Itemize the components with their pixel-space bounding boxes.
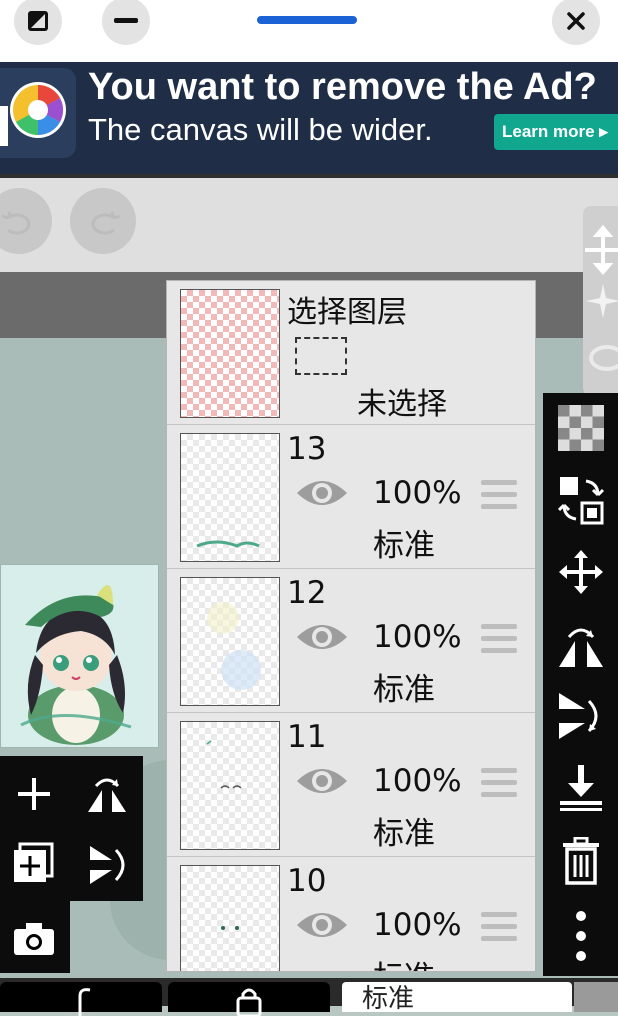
selection-layer-thumbnail <box>180 289 280 418</box>
flip-horizontal-icon <box>558 628 603 667</box>
camera-icon <box>14 923 54 955</box>
add-square-icon <box>14 842 54 882</box>
checkerboard-icon <box>557 405 604 451</box>
layer-thumbnail <box>180 865 280 971</box>
layer-preview <box>206 740 242 789</box>
layer-opacity[interactable]: 100% <box>373 763 462 799</box>
right-toolbar <box>543 393 618 976</box>
lock-icon <box>236 988 262 1016</box>
layer-preview <box>207 602 261 690</box>
flip-vertical-icon <box>90 846 125 884</box>
layer-row-12[interactable]: 12 100% 标准 <box>167 569 535 713</box>
layer-row-13[interactable]: 13 100% 标准 <box>167 425 535 569</box>
drag-handle-icon[interactable] <box>481 480 517 514</box>
layer-number: 12 <box>287 575 327 611</box>
canvas-thumbnail[interactable] <box>0 564 159 748</box>
flip-vertical-button[interactable] <box>86 842 130 892</box>
minimize-icon <box>114 18 138 23</box>
layer-row-10[interactable]: 10 100% 标准 <box>167 857 535 971</box>
ad-subtitle: The canvas will be wider. <box>88 112 433 147</box>
selection-status: 未选择 <box>357 387 447 422</box>
visibility-eye-icon[interactable] <box>295 619 349 655</box>
layer-blend-mode[interactable]: 标准 <box>373 808 435 853</box>
visibility-eye-icon[interactable] <box>295 763 349 799</box>
flip-horizontal-button[interactable] <box>84 772 130 822</box>
drag-handle[interactable] <box>257 16 357 24</box>
trash-icon <box>562 837 599 885</box>
layer-opacity[interactable]: 100% <box>373 619 462 655</box>
redo-icon <box>91 211 121 235</box>
selection-marquee-icon <box>295 337 347 375</box>
move-arrows-icon <box>558 550 603 594</box>
clipping-icon <box>78 988 91 1016</box>
drag-handle-icon[interactable] <box>481 624 517 658</box>
ad-banner[interactable]: You want to remove the Ad? The canvas wi… <box>0 62 618 176</box>
layer-thumbnail <box>180 433 280 562</box>
layer-blend-mode[interactable]: 标准 <box>373 520 435 565</box>
left-toolbar <box>0 756 143 901</box>
learn-more-button[interactable]: Learn more ▸ <box>494 114 618 150</box>
layer-opacity[interactable]: 100% <box>373 907 462 943</box>
move-icon <box>585 224 618 276</box>
layer-blend-mode[interactable]: 标准 <box>373 952 435 971</box>
visibility-eye-icon[interactable] <box>295 475 349 511</box>
more-vertical-icon <box>575 911 586 961</box>
app-logo-icon <box>0 82 66 146</box>
flip-horizontal-icon <box>88 778 126 812</box>
undo-icon <box>1 211 31 235</box>
merge-down-icon <box>559 765 602 811</box>
redo-button[interactable] <box>70 188 136 254</box>
ibispaint-logo <box>0 68 76 158</box>
merge-down-button[interactable] <box>543 753 618 823</box>
lasso-icon <box>589 345 618 371</box>
layer-blend-mode[interactable]: 标准 <box>373 664 435 709</box>
more-options-button[interactable] <box>543 901 618 971</box>
resize-window-icon <box>28 11 48 31</box>
layer-thumbnail <box>180 721 280 850</box>
undo-button[interactable] <box>0 188 52 254</box>
plus-icon <box>18 778 50 810</box>
clipping-button[interactable] <box>0 982 162 1016</box>
swap-layers-icon <box>557 477 604 525</box>
add-layer-button[interactable] <box>14 774 54 818</box>
camera-button[interactable] <box>0 901 70 973</box>
layer-number: 11 <box>287 719 327 755</box>
layer-preview <box>196 540 260 548</box>
blend-mode-dropdown-arrow[interactable] <box>574 982 618 1012</box>
selection-layer-row[interactable]: 选择图层 未选择 <box>167 281 535 425</box>
layer-preview <box>221 926 239 930</box>
ad-title: You want to remove the Ad? <box>88 66 597 108</box>
blend-mode-select[interactable]: 标准 <box>342 982 572 1012</box>
flip-horizontal-layer-button[interactable] <box>543 609 618 679</box>
delete-layer-button[interactable] <box>543 827 618 897</box>
layer-opacity[interactable]: 100% <box>373 475 462 511</box>
flip-vertical-layer-button[interactable] <box>543 681 618 751</box>
lock-button[interactable] <box>168 982 330 1016</box>
window-top-bar <box>0 0 618 62</box>
visibility-eye-icon[interactable] <box>295 907 349 943</box>
flip-vertical-icon <box>558 693 597 739</box>
duplicate-layer-button[interactable] <box>12 842 56 890</box>
swap-layer-button[interactable] <box>543 465 618 535</box>
layer-number: 13 <box>287 431 327 467</box>
drag-handle-icon[interactable] <box>481 768 517 802</box>
layer-number: 10 <box>287 863 327 899</box>
character-artwork <box>20 585 132 745</box>
layer-row-11[interactable]: 11 100% 标准 <box>167 713 535 857</box>
move-layer-button[interactable] <box>543 537 618 607</box>
selection-layer-title: 选择图层 <box>287 295 407 330</box>
drag-handle-icon[interactable] <box>481 912 517 946</box>
canvas-side-strip <box>583 206 618 396</box>
transparency-button[interactable] <box>543 393 618 463</box>
layer-panel: 选择图层 未选择 13 100% 标准 12 100% 标准 11 100% 标… <box>166 280 536 972</box>
sparkle-icon <box>586 284 618 318</box>
layer-thumbnail <box>180 577 280 706</box>
close-icon <box>567 12 585 30</box>
